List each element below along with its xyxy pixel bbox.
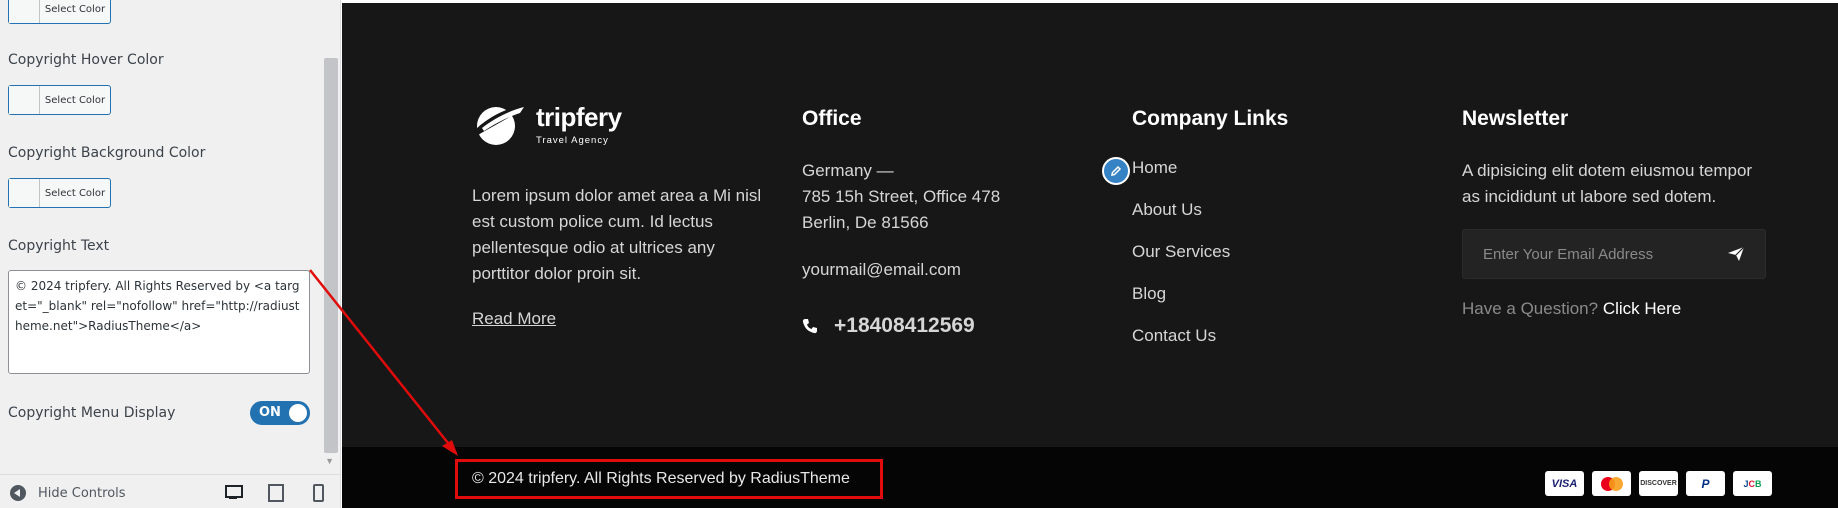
office-line: Germany —	[802, 161, 894, 180]
copyright-text-label: Copyright Text	[8, 238, 110, 254]
toggle-knob	[289, 404, 307, 422]
select-color-label: Select Color	[44, 94, 106, 106]
select-color-label: Select Color	[44, 187, 106, 199]
paypal-icon: P	[1686, 471, 1725, 496]
edit-shortcut-pencil-icon[interactable]	[1102, 157, 1130, 185]
footer-link-our-services[interactable]: Our Services	[1132, 242, 1230, 284]
scroll-down-arrow-icon[interactable]: ▼	[325, 456, 334, 466]
copyright-menu-toggle[interactable]: ON	[250, 401, 310, 425]
office-phone[interactable]: +18408412569	[802, 314, 975, 338]
device-preview-switcher	[224, 483, 326, 502]
office-email[interactable]: yourmail@email.com	[802, 260, 961, 280]
site-footer-preview: tripfery Travel Agency Lorem ipsum dolor…	[342, 3, 1838, 508]
discover-icon: DISCOVER	[1639, 471, 1678, 496]
footer-link-about-us[interactable]: About Us	[1132, 200, 1230, 242]
office-line: Berlin, De 81566	[802, 213, 929, 232]
logo-tagline: Travel Agency	[536, 135, 609, 146]
footer-link-home[interactable]: Home	[1132, 158, 1230, 200]
color-swatch	[9, 0, 40, 23]
send-icon[interactable]	[1727, 246, 1745, 262]
click-here-link[interactable]: Click Here	[1603, 299, 1681, 318]
newsletter-email-input[interactable]: Enter Your Email Address	[1462, 229, 1766, 279]
desktop-icon[interactable]	[224, 483, 243, 501]
airplane-globe-icon	[474, 105, 526, 145]
copyright-text: © 2024 tripfery. All Rights Reserved by …	[455, 459, 883, 499]
color-swatch	[9, 86, 40, 114]
hide-controls-button[interactable]: Hide Controls	[10, 485, 126, 501]
color-swatch	[9, 179, 40, 207]
hover-color-button[interactable]: Select Color	[8, 85, 111, 115]
panel-scrollbar[interactable]	[324, 58, 338, 453]
office-address: Germany — 785 15h Street, Office 478 Ber…	[802, 158, 1000, 236]
copyright-text-field[interactable]: © 2024 tripfery. All Rights Reserved by …	[8, 270, 310, 374]
office-line: 785 15h Street, Office 478	[802, 187, 1001, 206]
card-label: DISCOVER	[1640, 480, 1677, 487]
logo-name: tripfery	[536, 102, 622, 132]
copyright-bg-color-label: Copyright Background Color	[8, 145, 206, 161]
payment-methods: VISA DISCOVER P JCB	[1545, 471, 1772, 496]
question-line: Have a Question? Click Here	[1462, 299, 1681, 319]
company-links-title: Company Links	[1132, 107, 1289, 130]
copyright-bar: © 2024 tripfery. All Rights Reserved by …	[342, 447, 1838, 508]
newsletter-title: Newsletter	[1462, 107, 1569, 130]
footer-link-contact-us[interactable]: Contact Us	[1132, 326, 1230, 368]
mobile-icon[interactable]	[308, 483, 326, 502]
about-text: Lorem ipsum dolor amet area a Mi nisl es…	[472, 186, 762, 283]
hide-controls-label: Hide Controls	[38, 485, 126, 501]
copyright-hover-color-label: Copyright Hover Color	[8, 52, 164, 68]
site-logo[interactable]: tripfery Travel Agency	[472, 101, 622, 147]
select-color-label: Select Color	[44, 3, 106, 15]
toggle-state-label: ON	[259, 405, 281, 420]
tablet-icon[interactable]	[266, 483, 284, 502]
jcb-icon: JCB	[1733, 471, 1772, 496]
customizer-panel: Select Color Copyright Hover Color Selec…	[0, 0, 341, 508]
collapse-icon	[10, 485, 26, 501]
newsletter-text: A dipisicing elit dotem eiusmou tempor a…	[1462, 161, 1753, 206]
phone-icon	[802, 319, 817, 334]
phone-number: +18408412569	[834, 314, 975, 337]
footer-link-blog[interactable]: Blog	[1132, 284, 1230, 326]
customizer-footer-bar: Hide Controls	[0, 474, 340, 508]
email-placeholder: Enter Your Email Address	[1483, 245, 1654, 263]
copyright-string: © 2024 tripfery. All Rights Reserved by …	[472, 470, 850, 487]
mastercard-icon	[1592, 471, 1631, 496]
question-text: Have a Question?	[1462, 299, 1599, 318]
bg-color-button[interactable]: Select Color	[8, 178, 111, 208]
read-more-link[interactable]: Read More	[472, 309, 556, 329]
card-label: VISA	[1551, 477, 1578, 490]
copyright-menu-display-label: Copyright Menu Display	[8, 405, 176, 421]
company-links-list: Home About Us Our Services Blog Contact …	[1132, 158, 1230, 368]
select-color-button[interactable]: Select Color	[8, 0, 111, 24]
visa-icon: VISA	[1545, 471, 1584, 496]
office-title: Office	[802, 107, 862, 130]
